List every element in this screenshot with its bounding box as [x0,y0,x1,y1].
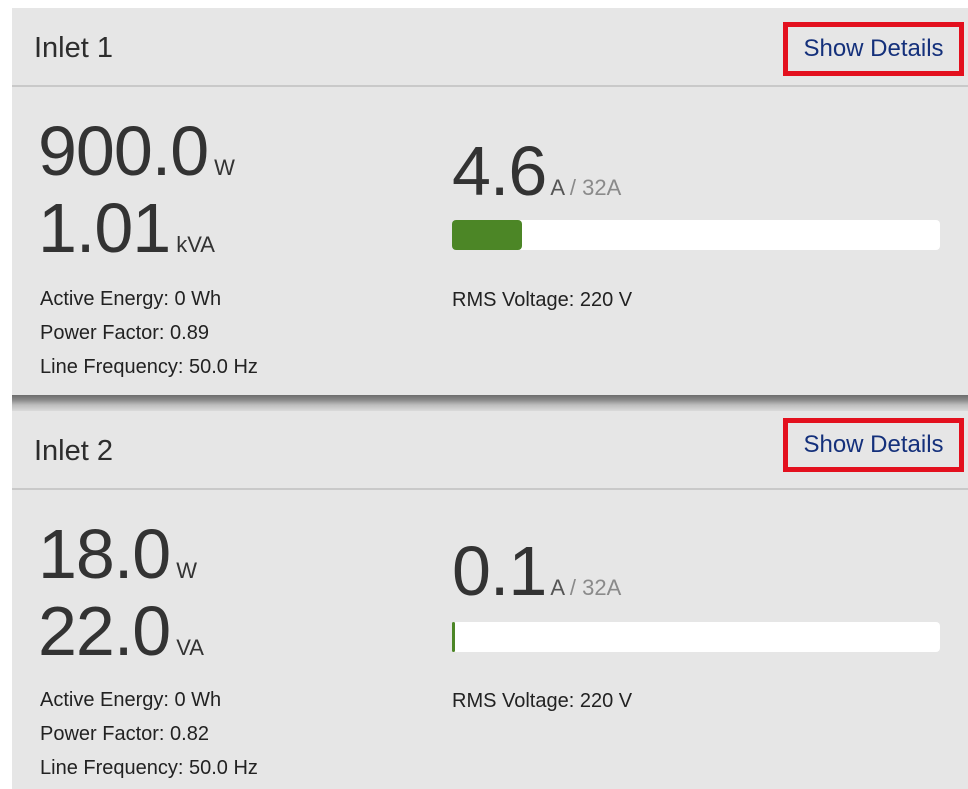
inlet-1-apparent-power-unit: kVA [176,232,215,257]
inlet-1-power-factor: Power Factor: 0.89 [40,322,209,344]
inlet-2-apparent-power-unit: VA [176,635,204,660]
inlet-2-active-power-value: 18.0 [38,515,171,593]
inlet-1-active-energy: Active Energy: 0 Wh [40,288,222,310]
inlet-2-current-rating: / 32A [569,575,622,600]
inlet-1-apparent-power-value: 1.01 [38,189,171,267]
inlet-2-show-details-button[interactable]: Show Details [783,418,964,472]
inlet-2-current-value: 0.1 [452,532,547,610]
inlet-1-line-frequency: Line Frequency: 50.0 Hz [40,356,258,378]
inlet-1-current-value: 4.6 [452,132,547,210]
inlet-1-active-power-value: 900.0 [38,112,209,190]
inlet-2-current-bar [452,622,940,652]
inlet-1-show-details-button[interactable]: Show Details [783,22,964,76]
inlet-2-active-energy: Active Energy: 0 Wh [40,689,222,711]
inlet-2-active-power-unit: W [176,558,198,583]
inlet-2-apparent-power-value: 22.0 [38,592,171,670]
inlet-1-rms-voltage: RMS Voltage: 220 V [452,289,633,311]
inlet-2-header: Inlet 2 Show Details [12,411,968,490]
inlet-1-active-power: 900.0 W [38,116,235,186]
inlet-2-power-factor: Power Factor: 0.82 [40,723,209,745]
inlet-2-current-unit: A [550,575,564,600]
inlet-2-current-bar-fill [452,622,455,652]
inlet-2-apparent-power: 22.0 VA [38,596,204,666]
inlet-2-title: Inlet 2 [34,435,113,467]
inlet-1-active-power-unit: W [214,155,235,180]
inlet-1-current-bar-fill [452,220,522,250]
inlet-1-apparent-power: 1.01 kVA [38,193,215,263]
inlet-1-current: 4.6 A / 32A [452,136,621,206]
inlet-1-panel: Inlet 1 Show Details 900.0 W 1.01 kVA 4.6 A… [12,8,968,395]
inlet-2-rms-voltage: RMS Voltage: 220 V [452,690,633,712]
inlet-1-title: Inlet 1 [34,32,113,64]
inlet-1-current-bar [452,220,940,250]
inlet-2-panel: Inlet 2 Show Details 18.0 W 22.0 VA 0.1 A /… [12,411,968,789]
inlet-2-line-frequency: Line Frequency: 50.0 Hz [40,757,258,779]
inlet-1-current-rating: / 32A [569,175,622,200]
inlet-1-current-unit: A [550,175,564,200]
inlet-2-active-power: 18.0 W [38,519,197,589]
inlet-1-header: Inlet 1 Show Details [12,8,968,87]
inlet-2-current: 0.1 A / 32A [452,536,621,606]
panel-divider [12,395,968,411]
